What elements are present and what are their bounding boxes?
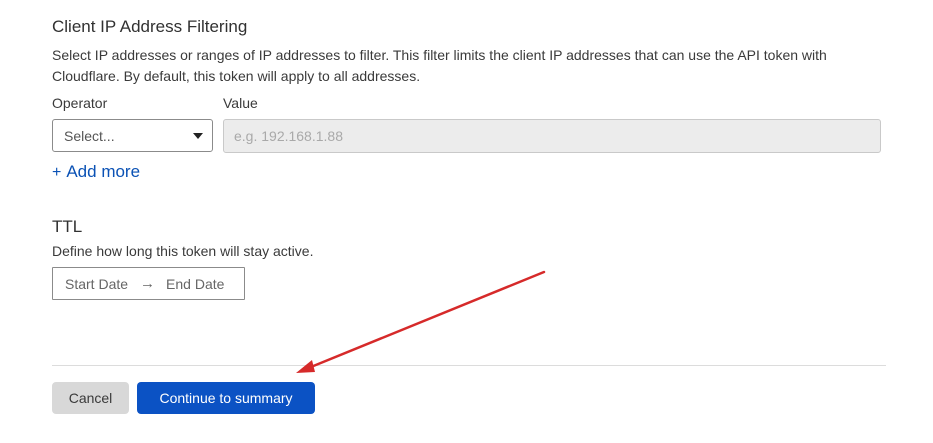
arrow-right-icon: → [140, 275, 156, 292]
ttl-description: Define how long this token will stay act… [52, 243, 314, 259]
cancel-button[interactable]: Cancel [52, 382, 129, 414]
caret-down-icon [193, 132, 203, 139]
date-range-picker[interactable]: Start Date → End Date [52, 267, 245, 300]
ip-filtering-description: Select IP addresses or ranges of IP addr… [52, 47, 827, 84]
continue-to-summary-button[interactable]: Continue to summary [137, 382, 315, 414]
ip-value-input[interactable] [223, 119, 881, 153]
end-date-field[interactable]: End Date [166, 276, 224, 292]
ip-filtering-title: Client IP Address Filtering [52, 17, 248, 36]
value-label: Value [223, 95, 258, 111]
ttl-title: TTL [52, 217, 83, 236]
divider [52, 365, 886, 366]
operator-select[interactable]: Select... [52, 119, 213, 152]
operator-label: Operator [52, 95, 108, 111]
add-more-label: Add more [66, 162, 141, 181]
token-settings-panel: Client IP Address Filtering Select IP ad… [0, 0, 933, 443]
add-more-button[interactable]: + Add more [52, 162, 140, 182]
operator-select-value: Select... [64, 127, 115, 144]
start-date-field[interactable]: Start Date [65, 276, 128, 292]
plus-icon: + [52, 164, 62, 181]
